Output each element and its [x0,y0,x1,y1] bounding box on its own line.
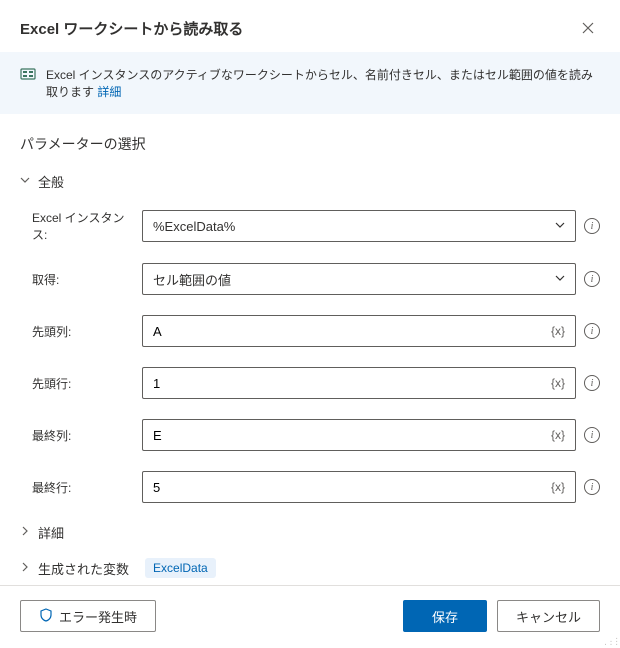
advanced-toggle[interactable]: 詳細 [20,523,600,542]
dialog-footer: エラー発生時 保存 キャンセル [0,585,620,646]
row-instance: Excel インスタンス: %ExcelData% i [22,209,600,243]
chevron-right-icon [20,526,30,539]
chevron-right-icon [20,562,30,575]
input-endcol[interactable] [153,420,551,450]
dialog-read-excel: Excel ワークシートから読み取る Excel インスタンスのアクティブなワー… [0,0,620,646]
label-startcol: 先頭列: [22,323,134,340]
chevron-down-icon [20,175,30,188]
row-startrow: 先頭行: {x} i [22,367,600,399]
input-startcol-wrap: {x} [142,315,576,347]
general-section: Excel インスタンス: %ExcelData% i 取得: セル範囲の値 [20,209,600,503]
dialog-content: パラメーターの選択 全般 Excel インスタンス: %ExcelData% i… [0,114,620,585]
variable-picker-icon[interactable]: {x} [551,428,565,442]
generated-var-badge[interactable]: ExcelData [145,558,216,578]
select-retrieve[interactable]: セル範囲の値 [142,263,576,295]
general-label: 全般 [38,172,64,191]
shield-icon [39,608,53,625]
row-endcol: 最終列: {x} i [22,419,600,451]
input-startrow-wrap: {x} [142,367,576,399]
variable-picker-icon[interactable]: {x} [551,376,565,390]
cancel-button[interactable]: キャンセル [497,600,600,632]
variable-picker-icon[interactable]: {x} [551,480,565,494]
error-handling-button[interactable]: エラー発生時 [20,600,156,632]
section-title: パラメーターの選択 [20,134,600,154]
footer-left: エラー発生時 [20,600,156,632]
input-endcol-wrap: {x} [142,419,576,451]
save-button[interactable]: 保存 [403,600,487,632]
select-retrieve-value: セル範囲の値 [153,270,231,289]
input-endrow[interactable] [153,472,551,502]
dialog-title: Excel ワークシートから読み取る [20,18,243,39]
error-button-label: エラー発生時 [59,607,137,626]
info-icon-startcol[interactable]: i [584,323,600,339]
general-toggle[interactable]: 全般 [20,172,600,191]
info-link[interactable]: 詳細 [97,85,121,99]
info-icon-startrow[interactable]: i [584,375,600,391]
advanced-label: 詳細 [38,523,64,542]
excel-action-icon [20,66,36,82]
generated-vars-label: 生成された変数 [38,559,129,578]
label-endcol: 最終列: [22,427,134,444]
select-instance-value: %ExcelData% [153,219,235,234]
label-retrieve: 取得: [22,271,134,288]
label-instance: Excel インスタンス: [22,209,134,243]
close-button[interactable] [576,16,600,40]
label-startrow: 先頭行: [22,375,134,392]
chevron-down-icon [555,220,565,233]
select-instance[interactable]: %ExcelData% [142,210,576,242]
info-icon-endrow[interactable]: i [584,479,600,495]
generated-vars-toggle[interactable]: 生成された変数 ExcelData [20,558,600,578]
info-icon-endcol[interactable]: i [584,427,600,443]
chevron-down-icon [555,273,565,286]
info-icon-retrieve[interactable]: i [584,271,600,287]
close-icon [582,22,594,34]
input-endrow-wrap: {x} [142,471,576,503]
row-retrieve: 取得: セル範囲の値 i [22,263,600,295]
input-startrow[interactable] [153,368,551,398]
input-startcol[interactable] [153,316,551,346]
info-icon-instance[interactable]: i [584,218,600,234]
label-endrow: 最終行: [22,479,134,496]
row-startcol: 先頭列: {x} i [22,315,600,347]
row-endrow: 最終行: {x} i [22,471,600,503]
dialog-header: Excel ワークシートから読み取る [0,0,620,52]
info-text-content: Excel インスタンスのアクティブなワークシートからセル、名前付きセル、または… [46,68,593,99]
info-bar: Excel インスタンスのアクティブなワークシートからセル、名前付きセル、または… [0,52,620,114]
variable-picker-icon[interactable]: {x} [551,324,565,338]
footer-right: 保存 キャンセル [403,600,600,632]
info-text: Excel インスタンスのアクティブなワークシートからセル、名前付きセル、または… [46,66,600,100]
